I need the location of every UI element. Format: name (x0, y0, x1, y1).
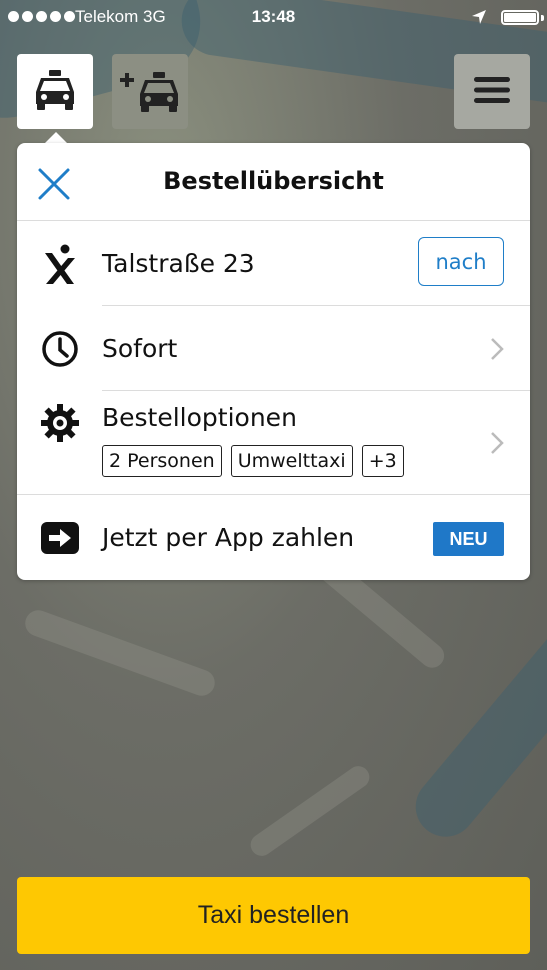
pickup-time-row[interactable]: Sofort (17, 306, 530, 391)
chevron-right-icon (490, 431, 504, 455)
pickup-time-label: Sofort (102, 334, 178, 363)
card-title: Bestellübersicht (163, 167, 384, 195)
arrow-right-icon (40, 518, 80, 558)
menu-button[interactable] (454, 54, 530, 129)
option-chips: 2 Personen Umwelttaxi +3 (102, 445, 404, 477)
chip-eco-taxi: Umwelttaxi (230, 445, 353, 477)
pickup-address: Talstraße 23 (102, 249, 255, 278)
new-badge: NEU (433, 522, 504, 556)
battery-icon (501, 10, 539, 25)
card-header: Bestellübersicht (17, 143, 530, 221)
add-taxi-icon (118, 68, 182, 116)
order-options-label: Bestelloptionen (102, 403, 297, 432)
add-taxi-button[interactable] (112, 54, 188, 129)
taxi-icon (33, 69, 77, 114)
order-summary-card: Bestellübersicht Talstraße 23 nach Sofor… (17, 143, 530, 580)
pickup-location-icon (40, 244, 80, 284)
chip-more: +3 (361, 445, 404, 477)
pickup-address-row[interactable]: Talstraße 23 nach (17, 221, 530, 306)
clock-icon (40, 329, 80, 369)
chevron-right-icon (490, 337, 504, 361)
destination-button[interactable]: nach (418, 237, 504, 286)
app-payment-label: Jetzt per App zahlen (102, 523, 355, 552)
chip-persons: 2 Personen (102, 445, 222, 477)
location-arrow-icon (471, 9, 487, 30)
status-time: 13:48 (251, 7, 296, 26)
gear-icon (40, 403, 80, 443)
hamburger-menu-icon (474, 76, 510, 108)
taxi-mode-button[interactable] (17, 54, 93, 129)
status-bar: Telekom 3G 13:48 (0, 0, 547, 36)
app-payment-row[interactable]: Jetzt per App zahlen NEU (17, 495, 530, 580)
order-options-row[interactable]: Bestelloptionen 2 Personen Umwelttaxi +3 (17, 391, 530, 495)
order-taxi-button[interactable]: Taxi bestellen (17, 877, 530, 954)
